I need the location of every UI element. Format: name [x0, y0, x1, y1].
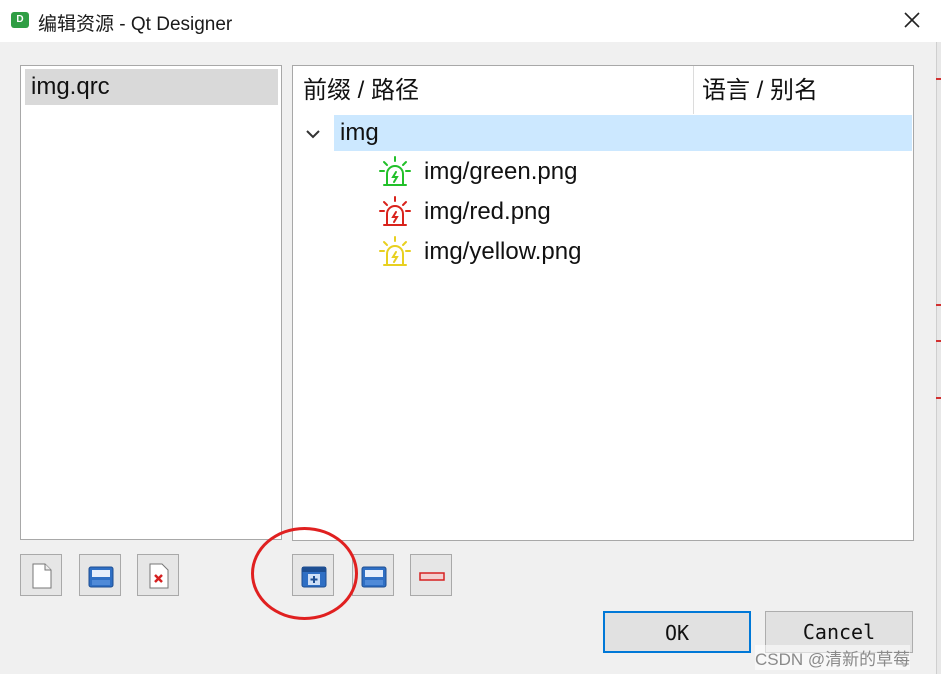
open-file-icon — [88, 566, 114, 588]
file-item-img-qrc[interactable]: img.qrc — [25, 69, 278, 105]
edge-mark — [936, 340, 941, 342]
add-prefix-icon — [301, 566, 327, 588]
remove-icon — [419, 572, 445, 581]
window-title: 编辑资源 - Qt Designer — [38, 14, 233, 35]
remove-resource-file-button[interactable] — [137, 554, 179, 596]
close-icon — [904, 12, 920, 28]
green-alarm-light-icon — [379, 156, 411, 186]
yellow-alarm-light-icon — [379, 236, 411, 266]
ok-button[interactable]: OK — [603, 611, 751, 653]
add-files-button[interactable] — [352, 554, 394, 596]
header-prefix-path[interactable]: 前缀 / 路径 — [303, 66, 419, 114]
qt-designer-app-icon: D — [11, 12, 29, 28]
edge-mark — [936, 304, 941, 306]
header-language-alias[interactable]: 语言 / 别名 — [702, 66, 818, 114]
tree-item-label: img/yellow.png — [424, 238, 582, 265]
red-alarm-light-icon — [379, 196, 411, 226]
resource-tree[interactable]: 前缀 / 路径 语言 / 别名 img img/green.png img/re… — [292, 65, 914, 541]
tree-prefix-img[interactable]: img — [334, 115, 912, 151]
tree-item-label: img/red.png — [424, 198, 551, 225]
new-file-icon — [32, 563, 52, 589]
close-button[interactable] — [897, 5, 927, 35]
resource-file-list[interactable]: img.qrc — [20, 65, 282, 540]
remove-button[interactable] — [410, 554, 452, 596]
add-prefix-button[interactable] — [292, 554, 334, 596]
remove-file-icon — [149, 563, 169, 589]
tree-item-label: img/green.png — [424, 158, 578, 185]
add-files-icon — [361, 566, 387, 588]
new-resource-file-button[interactable] — [20, 554, 62, 596]
open-resource-file-button[interactable] — [79, 554, 121, 596]
background-window-edge — [936, 42, 941, 674]
title-bar: D 编辑资源 - Qt Designer — [0, 0, 941, 42]
edge-mark — [936, 397, 941, 399]
tree-header: 前缀 / 路径 语言 / 别名 — [293, 66, 913, 114]
watermark-text: CSDN @清新的草莓 — [755, 645, 911, 670]
edge-mark — [936, 78, 941, 80]
header-divider — [693, 66, 694, 114]
chevron-down-icon[interactable] — [305, 126, 321, 142]
